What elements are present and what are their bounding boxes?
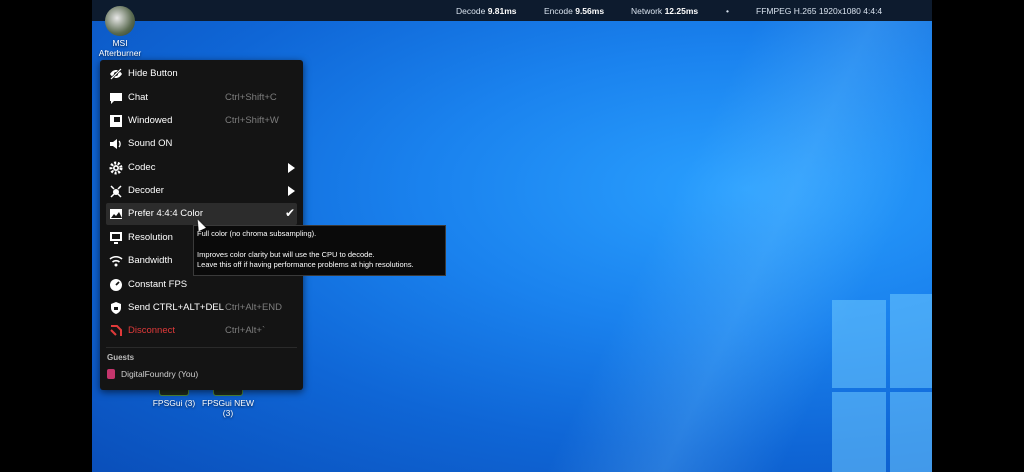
menu-item-codec[interactable]: Codec xyxy=(106,157,297,179)
submenu-arrow-icon xyxy=(288,163,295,173)
menu-item-disconnect[interactable]: Disconnect Ctrl+Alt+` xyxy=(106,320,297,342)
afterburner-icon xyxy=(105,6,135,36)
stats-bar: Decode 9.81ms Encode 9.56ms Network 12.2… xyxy=(92,0,932,21)
menu-item-send-ctrl-alt-del[interactable]: Send CTRL+ALT+DEL Ctrl+Alt+END xyxy=(106,297,297,319)
msi-afterburner-shortcut[interactable]: MSI Afterburner xyxy=(97,6,143,58)
decode-stat: Decode 9.81ms xyxy=(456,6,517,16)
guests-heading: Guests xyxy=(107,353,135,362)
image-icon xyxy=(109,207,123,221)
separator-dot: • xyxy=(726,6,729,16)
submenu-arrow-icon xyxy=(288,186,295,196)
chat-icon xyxy=(109,91,123,105)
wifi-icon xyxy=(109,254,123,268)
menu-item-constant-fps[interactable]: Constant FPS xyxy=(106,274,297,296)
gear-icon xyxy=(109,161,123,175)
checkmark-icon: ✔ xyxy=(284,206,295,220)
windows-logo-watermark xyxy=(832,294,932,472)
window-icon xyxy=(109,114,123,128)
eye-slash-icon xyxy=(109,67,123,81)
codec-info: FFMPEG H.265 1920x1080 4:4:4 xyxy=(756,6,883,16)
encode-stat: Encode 9.56ms xyxy=(544,6,605,16)
guest-avatar-icon xyxy=(107,369,115,379)
guest-item[interactable]: DigitalFoundry (You) xyxy=(107,369,198,379)
gauge-icon xyxy=(109,278,123,292)
speaker-icon xyxy=(109,137,123,151)
monitor-icon xyxy=(109,231,123,245)
menu-item-hide-button[interactable]: Hide Button xyxy=(106,63,297,85)
menu-item-sound[interactable]: Sound ON xyxy=(106,133,297,155)
menu-divider xyxy=(106,347,297,348)
network-stat: Network 12.25ms xyxy=(631,6,699,16)
disconnect-icon xyxy=(109,324,123,338)
tooltip-prefer-444: Full color (no chroma subsampling). Impr… xyxy=(193,225,446,276)
menu-item-windowed[interactable]: Windowed Ctrl+Shift+W xyxy=(106,110,297,132)
shield-icon xyxy=(109,301,123,315)
menu-item-chat[interactable]: Chat Ctrl+Shift+C xyxy=(106,87,297,109)
decoder-icon xyxy=(109,184,123,198)
menu-item-decoder[interactable]: Decoder xyxy=(106,180,297,202)
